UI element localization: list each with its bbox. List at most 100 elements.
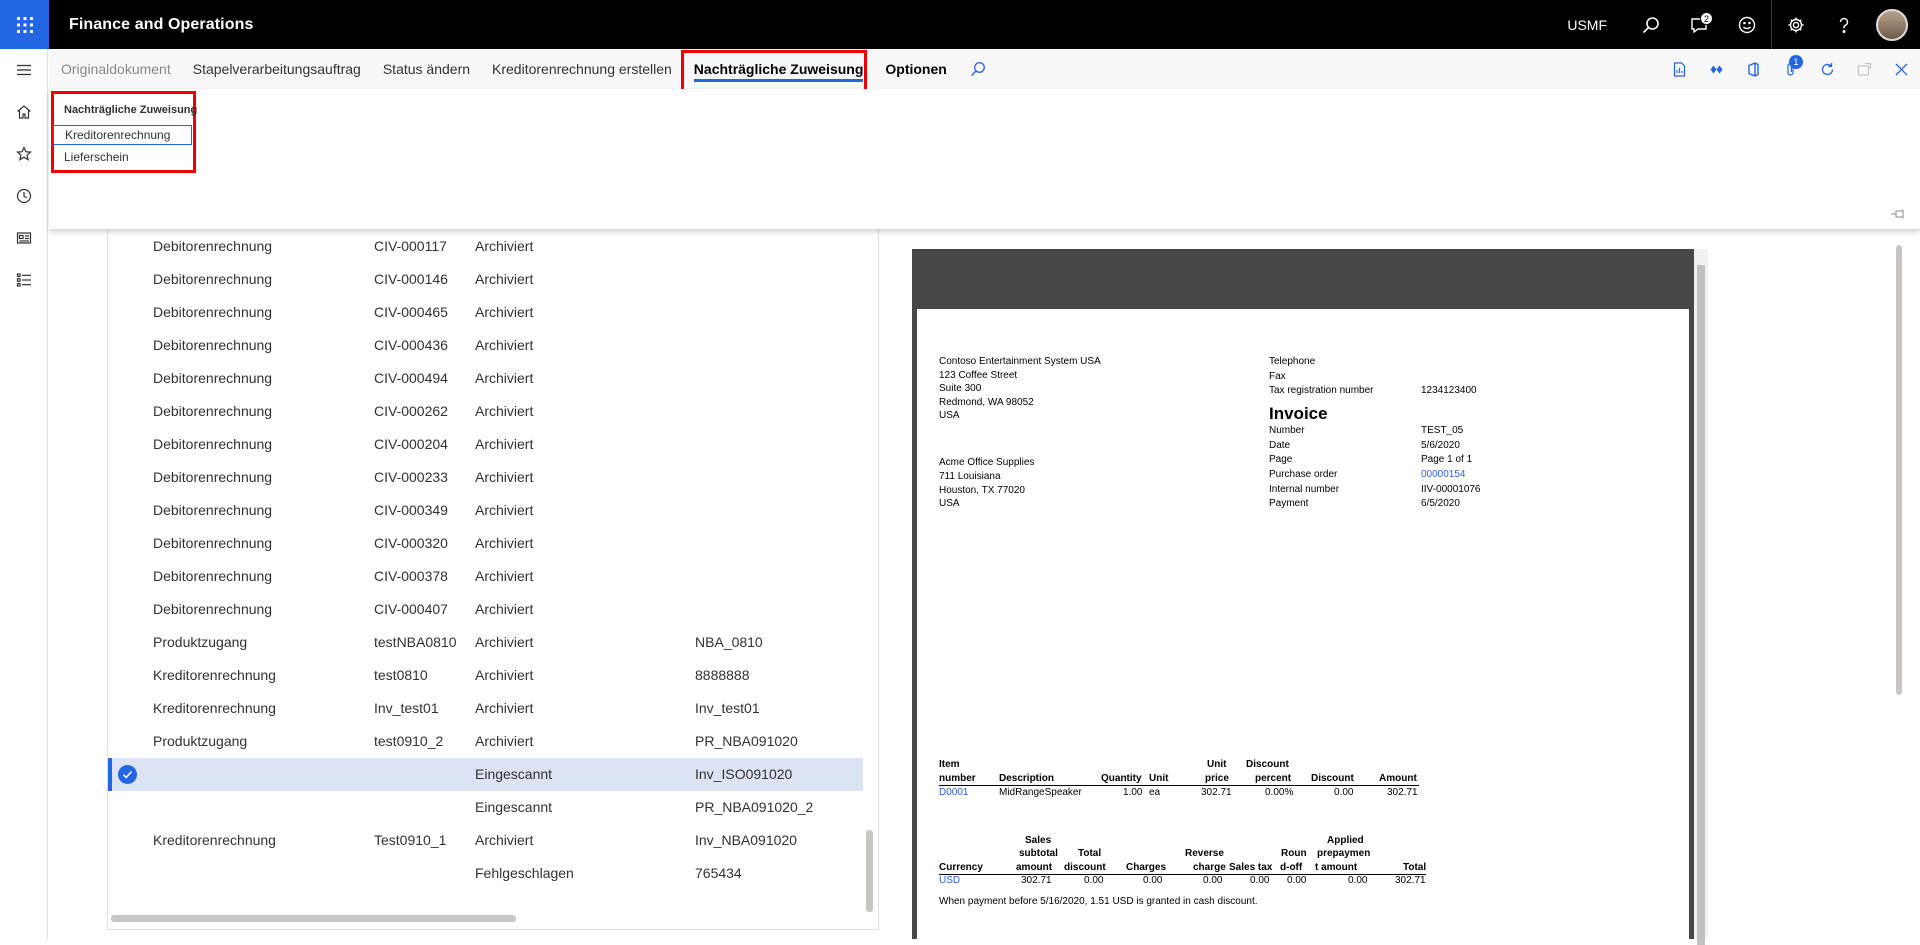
nav-recent-button[interactable]	[0, 175, 48, 217]
cell-document-type: Debitorenrechnung	[153, 304, 273, 320]
notifications-button[interactable]: 2	[1675, 0, 1723, 49]
cell-document-id: CIV-000320	[374, 535, 448, 551]
grid-vertical-scrollbar[interactable]	[866, 830, 873, 912]
popout-icon	[1857, 62, 1872, 76]
col-header: Quantity	[1101, 773, 1142, 784]
totals-header: prepaymen	[1317, 848, 1371, 859]
line-unit: ea	[1149, 787, 1161, 798]
refresh-button[interactable]	[1809, 49, 1846, 89]
attachments-button[interactable]: 1	[1772, 49, 1809, 89]
meta-value: Page 1 of 1	[1421, 454, 1473, 465]
app-title[interactable]: Finance and Operations	[69, 16, 253, 34]
table-row[interactable]: Kreditorenrechnung Inv_test01 Archiviert In…	[108, 692, 863, 725]
cell-document-id: CIV-000465	[374, 304, 448, 320]
totals-header: Sales	[1025, 835, 1052, 846]
currency-link[interactable]: USD	[939, 875, 960, 887]
table-row[interactable]: Debitorenrechnung CIV-000204 Archiviert	[108, 428, 863, 461]
search-button[interactable]	[1627, 0, 1675, 49]
cell-file-name: 765434	[695, 865, 742, 881]
totals-header: Charges	[1126, 862, 1167, 873]
fax-label: Fax	[1269, 371, 1286, 382]
line-quantity: 1.00	[1123, 787, 1143, 798]
table-row[interactable]: Produktzugang test0910_2 Archiviert PR_NBA0…	[108, 725, 863, 758]
waffle-icon	[16, 16, 33, 33]
row-checkmark-icon[interactable]	[118, 765, 137, 784]
documents-grid: DebitorenrechnungCIV-000030ArchiviertDeb…	[107, 200, 879, 930]
cell-document-id: CIV-000233	[374, 469, 448, 485]
tab-optionen[interactable]: Optionen	[874, 49, 957, 89]
col-header: Discount	[1311, 773, 1354, 784]
tab-status-aendern[interactable]: Status ändern	[372, 49, 481, 89]
table-row[interactable]: Debitorenrechnung CIV-000320 Archiviert	[108, 527, 863, 560]
tax-value: 1234123400	[1421, 385, 1477, 396]
selection-indicator	[108, 758, 112, 791]
flyout-item-kreditorenrechnung[interactable]: Kreditorenrechnung	[53, 125, 192, 145]
cell-document-id: CIV-000436	[374, 337, 448, 353]
table-row[interactable]: Debitorenrechnung CIV-000117 Archiviert	[108, 230, 863, 263]
cell-document-type: Debitorenrechnung	[153, 535, 273, 551]
table-row[interactable]: Kreditorenrechnung Test0910_1 Archiviert In…	[108, 824, 863, 857]
power-apps-button[interactable]	[1698, 49, 1735, 89]
col-header: Unit	[1207, 759, 1227, 770]
help-button[interactable]	[1820, 0, 1868, 49]
tab-stapelverarbeitungsauftrag[interactable]: Stapelverarbeitungsauftrag	[182, 49, 372, 89]
nav-home-button[interactable]	[0, 91, 48, 133]
from-line: Contoso Entertainment System USA	[939, 356, 1101, 367]
pin-icon[interactable]	[1890, 208, 1906, 220]
company-picker[interactable]: USMF	[1567, 17, 1607, 33]
feedback-button[interactable]	[1723, 0, 1771, 49]
to-line: Houston, TX 77020	[939, 485, 1025, 496]
cell-document-type: Produktzugang	[153, 733, 248, 749]
tab-originaldokument[interactable]: Originaldokument	[50, 49, 182, 89]
close-button[interactable]	[1883, 49, 1920, 89]
table-row[interactable]: Debitorenrechnung CIV-000233 Archiviert	[108, 461, 863, 494]
cell-file-name: Inv_NBA091020	[695, 832, 797, 848]
table-row[interactable]: Eingescannt Inv_ISO091020	[108, 758, 863, 791]
nav-menu-button[interactable]	[0, 49, 48, 91]
table-row[interactable]: Produktzugang testNBA0810 Archiviert NBA_08…	[108, 626, 863, 659]
table-row[interactable]: Debitorenrechnung CIV-000349 Archiviert	[108, 494, 863, 527]
user-avatar[interactable]	[1876, 8, 1908, 41]
col-header: Description	[999, 773, 1055, 784]
line-description: MidRangeSpeaker	[999, 787, 1082, 798]
table-row[interactable]: Debitorenrechnung CIV-000378 Archiviert	[108, 560, 863, 593]
clock-icon	[16, 188, 32, 204]
cell-status: Archiviert	[475, 469, 534, 485]
action-pane: Originaldokument Stapelverarbeitungsauft…	[49, 49, 1920, 89]
cell-document-id: CIV-000349	[374, 502, 448, 518]
viewer-scrollbar[interactable]	[1896, 245, 1902, 695]
settings-button[interactable]	[1772, 0, 1820, 49]
total-value: 0.00	[1348, 875, 1368, 886]
meta-value: TEST_05	[1421, 425, 1464, 436]
open-new-window-button[interactable]	[1846, 49, 1883, 89]
home-icon	[17, 105, 31, 119]
nav-modules-button[interactable]	[0, 259, 48, 301]
cell-document-type: Debitorenrechnung	[153, 337, 273, 353]
app-launcher-button[interactable]	[0, 0, 49, 49]
purchase-order-link[interactable]: 00000154	[1421, 469, 1466, 481]
tab-kreditorenrechnung-erstellen[interactable]: Kreditorenrechnung erstellen	[481, 49, 683, 89]
office-report-button[interactable]	[1661, 49, 1698, 89]
grid-horizontal-scrollbar[interactable]	[111, 915, 516, 922]
nav-favorites-button[interactable]	[0, 133, 48, 175]
table-row[interactable]: Debitorenrechnung CIV-000465 Archiviert	[108, 296, 863, 329]
table-row[interactable]: Debitorenrechnung CIV-000146 Archiviert	[108, 263, 863, 296]
table-row[interactable]: Debitorenrechnung CIV-000494 Archiviert	[108, 362, 863, 395]
table-row[interactable]: Kreditorenrechnung test0810 Archiviert 8888…	[108, 659, 863, 692]
table-row[interactable]: Fehlgeschlagen 765434	[108, 857, 863, 890]
cell-document-type: Debitorenrechnung	[153, 601, 273, 617]
table-row[interactable]: Debitorenrechnung CIV-000407 Archiviert	[108, 593, 863, 626]
table-row[interactable]: Eingescannt PR_NBA091020_2	[108, 791, 863, 824]
action-search-button[interactable]	[958, 49, 998, 89]
flyout-item-lieferschein[interactable]: Lieferschein	[53, 147, 192, 167]
table-row[interactable]: Debitorenrechnung CIV-000436 Archiviert	[108, 329, 863, 362]
preview-scrollbar[interactable]	[1694, 249, 1708, 945]
col-header: price	[1205, 773, 1229, 784]
item-number-link[interactable]: D0001	[939, 787, 968, 799]
cell-file-name: PR_NBA091020_2	[695, 799, 814, 815]
office-button[interactable]	[1735, 49, 1772, 89]
cell-status: Archiviert	[475, 304, 534, 320]
totals-header: Reverse	[1185, 848, 1224, 859]
table-row[interactable]: Debitorenrechnung CIV-000262 Archiviert	[108, 395, 863, 428]
nav-workspaces-button[interactable]	[0, 217, 48, 259]
